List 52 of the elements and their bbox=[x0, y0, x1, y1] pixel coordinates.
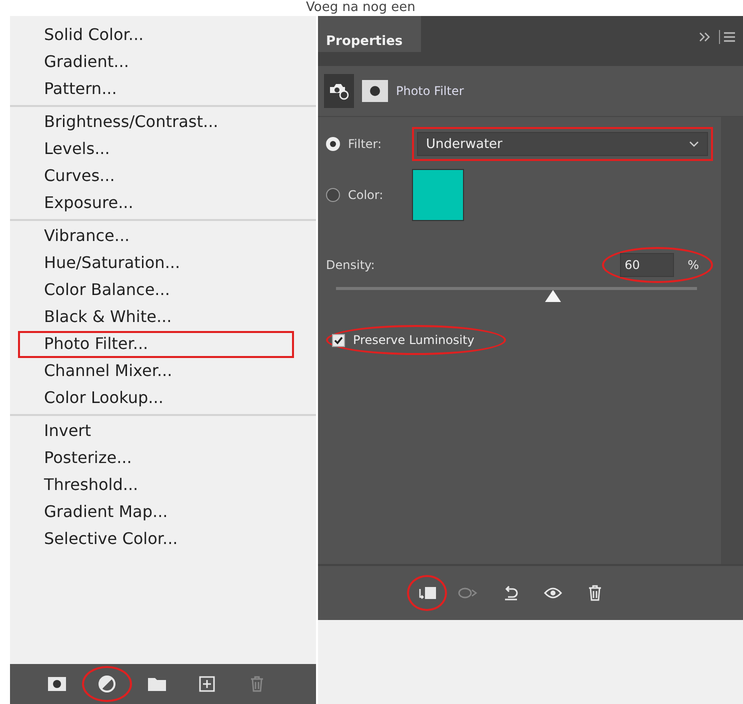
menu-item[interactable]: Posterize... bbox=[10, 445, 316, 472]
clip-layer-icon bbox=[416, 585, 436, 601]
trash-icon bbox=[250, 676, 264, 692]
menu-item[interactable]: Color Lookup... bbox=[10, 385, 316, 412]
caption-text: Voeg na nog een bbox=[305, 0, 416, 16]
density-field[interactable]: 60 bbox=[620, 253, 674, 277]
toolbar-button[interactable] bbox=[406, 575, 446, 611]
menu-item[interactable]: Pattern... bbox=[10, 76, 316, 103]
density-slider[interactable] bbox=[336, 287, 697, 303]
properties-tab[interactable]: Properties bbox=[318, 16, 421, 52]
menu-item[interactable]: Threshold... bbox=[10, 472, 316, 499]
toolbar-button[interactable] bbox=[82, 666, 132, 702]
mask-icon[interactable] bbox=[362, 80, 388, 102]
menu-item[interactable]: Photo Filter... bbox=[18, 331, 294, 358]
eye-arrow-icon bbox=[458, 586, 480, 600]
preserve-luminosity-label: Preserve Luminosity bbox=[353, 333, 474, 347]
half-circle-icon bbox=[98, 675, 116, 693]
double-chevron-icon[interactable] bbox=[699, 32, 711, 42]
reset-icon bbox=[502, 585, 518, 601]
panel-title: Photo Filter bbox=[396, 84, 464, 98]
camera-icon[interactable] bbox=[324, 74, 354, 108]
percent-text: % bbox=[688, 258, 699, 272]
menu-item[interactable]: Gradient... bbox=[10, 49, 316, 76]
menu-item[interactable]: Gradient Map... bbox=[10, 499, 316, 526]
color-radio[interactable] bbox=[326, 188, 340, 202]
menu-item[interactable]: Hue/Saturation... bbox=[10, 250, 316, 277]
density-label: Density: bbox=[326, 258, 376, 272]
plus-square-icon bbox=[199, 676, 215, 692]
trash-icon bbox=[588, 585, 602, 601]
checkbox[interactable] bbox=[332, 334, 345, 346]
filter-radio[interactable] bbox=[326, 137, 340, 151]
menu-icon[interactable] bbox=[719, 30, 735, 44]
color-label: Color: bbox=[348, 188, 384, 202]
eye-icon bbox=[544, 587, 562, 599]
menu-item[interactable]: Selective Color... bbox=[10, 526, 316, 553]
menu-item[interactable]: Vibrance... bbox=[10, 223, 316, 250]
menu-item[interactable]: Brightness/Contrast... bbox=[10, 109, 316, 136]
color-swatch[interactable] bbox=[412, 169, 464, 221]
menu-item[interactable]: Black & White... bbox=[10, 304, 316, 331]
mask-icon bbox=[47, 676, 67, 692]
filter-dropdown[interactable]: Underwater bbox=[417, 132, 708, 156]
menu-item[interactable]: Color Balance... bbox=[10, 277, 316, 304]
menu-item[interactable]: Channel Mixer... bbox=[10, 358, 316, 385]
folder-icon bbox=[147, 676, 167, 692]
slider-thumb[interactable] bbox=[544, 290, 561, 302]
menu-item[interactable]: Invert bbox=[10, 418, 316, 445]
filter-label: Filter: bbox=[348, 137, 383, 151]
menu-item[interactable]: Curves... bbox=[10, 163, 316, 190]
menu-item[interactable]: Levels... bbox=[10, 136, 316, 163]
menu-item[interactable]: Exposure... bbox=[10, 190, 316, 217]
chevron-down-icon bbox=[689, 141, 699, 147]
menu-item[interactable]: Solid Color... bbox=[10, 22, 316, 49]
